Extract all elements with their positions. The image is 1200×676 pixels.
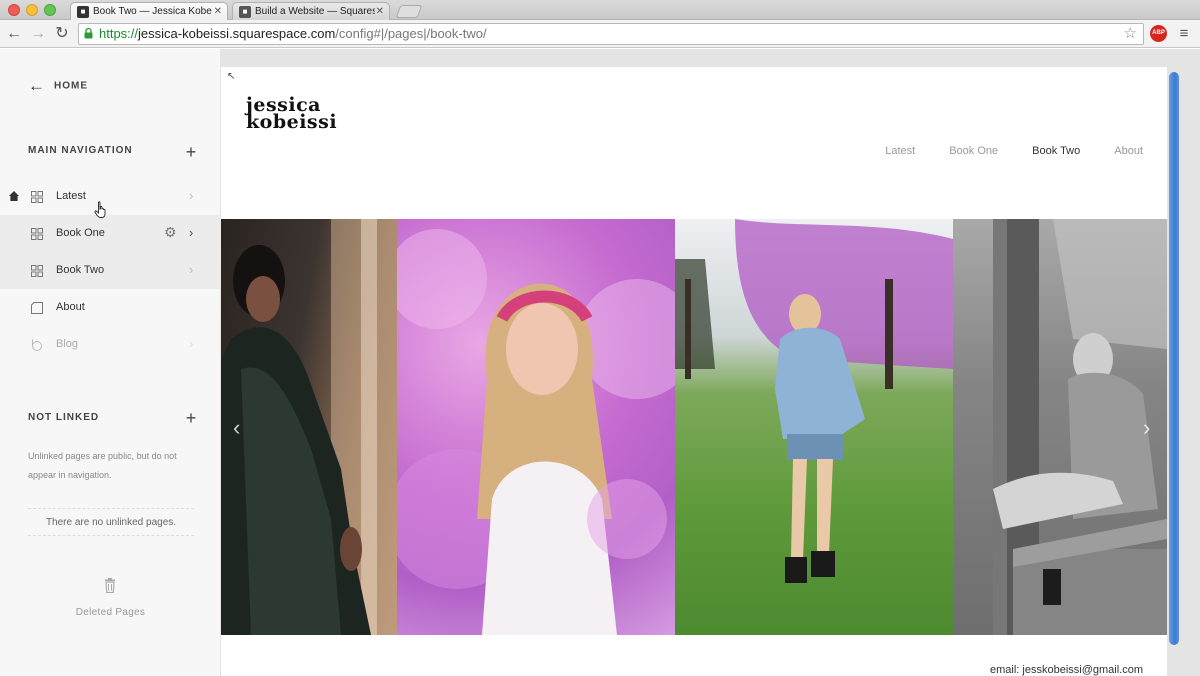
sidebar-item-label: About <box>56 301 85 313</box>
sidebar-item-about[interactable]: About <box>0 289 221 326</box>
gallery-image-fence-bw <box>953 219 1167 635</box>
window-zoom-button[interactable] <box>44 4 56 16</box>
home-label: HOME <box>54 80 88 92</box>
sidebar-item-label: Blog <box>56 338 79 350</box>
browser-toolbar: ← → ↻ https://jessica-kobeissi.squarespa… <box>0 20 1200 48</box>
site-logo[interactable]: jessica kobeissi <box>246 96 338 133</box>
sidebar-item-book-one[interactable]: Book One ⚙ › <box>0 215 221 252</box>
url-scheme: https:// <box>99 26 139 41</box>
gallery-image-denim-jacket <box>675 219 953 635</box>
chevron-right-icon: › <box>189 336 194 351</box>
site-nav-latest[interactable]: Latest <box>885 145 915 157</box>
sidebar-item-blog[interactable]: Blog › <box>0 326 221 363</box>
adblock-icon[interactable]: ABP <box>1150 25 1167 42</box>
url-host: jessica-kobeissi.squarespace.com <box>138 26 336 41</box>
gear-icon[interactable]: ⚙ <box>164 225 177 239</box>
tab-close-icon[interactable]: ✕ <box>214 3 222 20</box>
menu-icon[interactable]: ≡ <box>1176 25 1192 42</box>
squarespace-favicon-icon: ■ <box>77 6 89 18</box>
grid-icon <box>31 265 43 277</box>
squarespace-favicon-icon: ■ <box>239 6 251 18</box>
gallery-image-flower-crown <box>397 219 675 635</box>
chevron-right-icon: › <box>189 188 194 203</box>
lock-icon <box>84 28 93 39</box>
gallery-image-sequin-gown <box>221 219 397 635</box>
back-arrow-icon: ← <box>28 76 46 95</box>
browser-tab-build-website[interactable]: ■ Build a Website — Squares ✕ <box>232 2 390 20</box>
chevron-right-icon: › <box>189 262 194 277</box>
tab-close-icon[interactable]: ✕ <box>376 3 384 20</box>
site-page: ↖ jessica kobeissi Latest Book One Book … <box>221 67 1167 676</box>
add-unlinked-page-plus-icon[interactable]: + <box>184 409 198 427</box>
sidebar-item-label: Book One <box>56 227 105 239</box>
denim-jacket-figure <box>675 219 953 583</box>
blog-icon <box>32 339 42 351</box>
page-icon <box>31 302 43 314</box>
logo-line-2: kobeissi <box>246 111 338 133</box>
pages-sidebar: ← HOME MAIN NAVIGATION + Latest › Book On… <box>0 49 221 676</box>
forward-icon[interactable]: → <box>28 24 48 44</box>
main-navigation-heading: MAIN NAVIGATION <box>28 145 133 156</box>
flower-crown-figure <box>397 229 675 635</box>
site-navigation: Latest Book One Book Two About <box>885 145 1143 157</box>
site-nav-book-two[interactable]: Book Two <box>1032 145 1080 157</box>
back-icon[interactable]: ← <box>4 24 24 44</box>
url-path: /config#|/pages|/book-two/ <box>335 26 487 41</box>
window-close-button[interactable] <box>8 4 20 16</box>
collapse-arrow-icon[interactable]: ↖ <box>227 71 235 82</box>
tab-title: Build a Website — Squares <box>255 6 375 17</box>
tab-title: Book Two — Jessica Kobe <box>93 6 212 17</box>
gallery-next-arrow-icon[interactable]: › <box>1143 415 1150 441</box>
footer-email[interactable]: email: jesskobeissi@gmail.com <box>990 664 1143 676</box>
sidebar-item-latest[interactable]: Latest › <box>0 178 221 215</box>
site-nav-about[interactable]: About <box>1114 145 1143 157</box>
chevron-right-icon[interactable]: › <box>189 225 193 240</box>
deleted-pages-link[interactable]: Deleted Pages <box>0 607 221 618</box>
sidebar-item-book-two[interactable]: Book Two › <box>0 252 221 289</box>
preview-scrollbar[interactable] <box>1169 72 1179 645</box>
browser-tab-book-two[interactable]: ■ Book Two — Jessica Kobe ✕ <box>70 2 228 20</box>
address-bar[interactable]: https://jessica-kobeissi.squarespace.com… <box>78 23 1144 45</box>
sidebar-item-label: Book Two <box>56 264 105 276</box>
not-linked-description: Unlinked pages are public, but do not ap… <box>28 451 177 480</box>
grid-icon <box>31 228 43 240</box>
sidebar-item-label: Latest <box>56 190 86 202</box>
window-minimize-button[interactable] <box>26 4 38 16</box>
add-page-plus-icon[interactable]: + <box>184 143 198 161</box>
home-icon <box>9 191 19 201</box>
not-linked-heading: NOT LINKED <box>28 412 100 423</box>
browser-tab-bar: ■ Book Two — Jessica Kobe ✕ ■ Build a We… <box>0 0 1200 20</box>
hand-cursor-icon <box>94 201 106 218</box>
no-unlinked-pages-message: There are no unlinked pages. <box>28 508 194 536</box>
site-preview-frame: ↖ jessica kobeissi Latest Book One Book … <box>221 49 1200 676</box>
gallery-prev-arrow-icon[interactable]: ‹ <box>233 415 240 441</box>
star-icon[interactable]: ☆ <box>1124 24 1137 44</box>
trash-icon[interactable] <box>104 578 116 593</box>
site-nav-book-one[interactable]: Book One <box>949 145 998 157</box>
gallery-slideshow[interactable] <box>221 219 1167 635</box>
home-link[interactable]: ← HOME <box>28 76 88 95</box>
reload-icon[interactable]: ↻ <box>52 24 72 44</box>
new-tab-button[interactable] <box>395 5 423 18</box>
sequin-gown-figure <box>221 219 397 635</box>
grid-icon <box>31 191 43 203</box>
fence-bw-figure <box>993 219 1167 635</box>
